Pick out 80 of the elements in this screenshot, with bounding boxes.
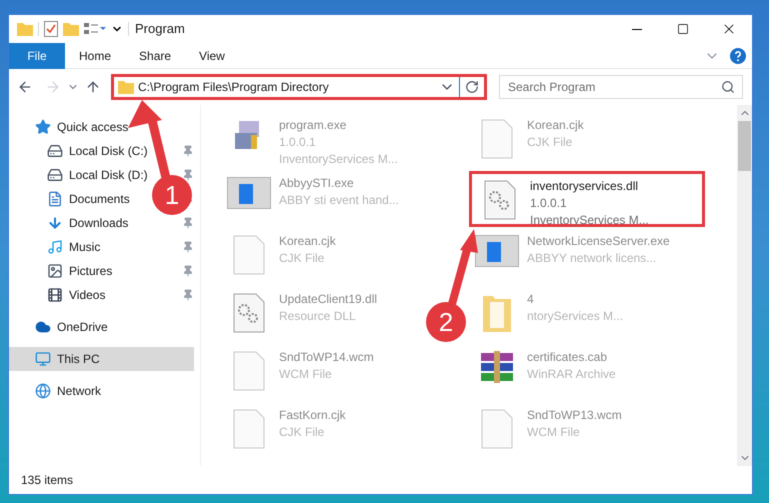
document-icon	[481, 409, 513, 449]
file-detail: WinRAR Archive	[527, 366, 616, 383]
document-icon	[481, 119, 513, 159]
address-path: C:\Program Files\Program Directory	[138, 79, 330, 96]
file-name: Korean.cjk	[279, 233, 336, 250]
folder-document-icon	[482, 293, 512, 333]
application-window-icon	[227, 177, 271, 209]
gear-document-icon	[484, 180, 516, 220]
file-name: FastKorn.cjk	[279, 407, 346, 424]
file-detail: 1.0.0.1	[279, 134, 317, 151]
picture-icon	[47, 263, 63, 279]
file-detail: WCM File	[279, 366, 333, 383]
nav-item[interactable]: Videos	[9, 283, 110, 307]
network-globe-icon	[35, 383, 51, 399]
file-detail: InventoryServices M...	[279, 151, 398, 168]
nav-item[interactable]: Local Disk (C:)	[9, 139, 152, 163]
gear-document-icon	[233, 293, 265, 333]
scroll-thumb[interactable]	[738, 121, 751, 171]
ribbon-tab[interactable]: Home	[65, 42, 126, 68]
refresh-icon[interactable]	[465, 80, 479, 94]
nav-item[interactable]: This PC	[9, 347, 194, 371]
file-detail: CJK File	[279, 250, 326, 267]
window-title: Program	[135, 20, 185, 38]
document-icon	[233, 351, 265, 391]
properties-icon	[84, 22, 106, 36]
drive-icon	[47, 143, 63, 159]
address-field[interactable]: C:\Program Files\Program Directory	[111, 74, 487, 100]
folder-icon	[17, 22, 33, 36]
folder-icon	[63, 22, 79, 36]
file-detail: ntoryServices M...	[527, 308, 624, 325]
file-name: program.exe	[279, 117, 348, 134]
file-name: Korean.cjk	[527, 117, 584, 134]
drive-icon	[47, 167, 63, 183]
file-name: SndToWP14.wcm	[279, 349, 374, 366]
file-name: inventoryservices.dll	[530, 178, 640, 195]
folder-icon	[118, 80, 134, 94]
cloud-icon	[35, 319, 51, 335]
file-name: certificates.cab	[527, 349, 608, 366]
archive-books-icon	[480, 351, 514, 385]
file-name: SndToWP13.wcm	[527, 407, 622, 424]
nav-item[interactable]: Documents	[9, 187, 134, 211]
music-note-icon	[47, 239, 63, 255]
minimize-icon	[632, 28, 642, 30]
file-detail: ABBYY network licens...	[527, 250, 658, 267]
file-detail: Resource DLL	[279, 308, 357, 325]
film-icon	[47, 287, 63, 303]
document-icon	[233, 235, 265, 275]
nav-item[interactable]: Network	[9, 379, 106, 403]
maximize-icon	[677, 23, 689, 35]
file-name: NetworkLicenseServer.exe	[527, 233, 670, 250]
ribbon-tab[interactable]: Share	[125, 42, 186, 68]
file-detail: 1.0.0.1	[530, 195, 568, 212]
search-icon	[721, 80, 735, 94]
search-field[interactable]: Search Program	[499, 75, 743, 99]
nav-item[interactable]: Quick access	[9, 115, 132, 139]
file-tile[interactable]: inventoryservices.dll 1.0.0.1 InventoryServices M...	[469, 171, 705, 227]
file-detail: CJK File	[527, 134, 574, 151]
application-window-icon	[475, 235, 519, 267]
file-name: AbbyySTI.exe	[279, 175, 355, 192]
document-icon	[233, 409, 265, 449]
checklist-icon	[44, 21, 58, 37]
nav-item[interactable]: Local Disk (D:)	[9, 163, 152, 187]
ribbon-tab[interactable]: File	[9, 42, 65, 68]
scrollbar[interactable]	[737, 105, 752, 466]
file-detail: InventoryServices M...	[530, 212, 649, 229]
ribbon-tab[interactable]: View	[185, 42, 239, 68]
file-detail: CJK File	[279, 424, 326, 441]
nav-item[interactable]: OneDrive	[9, 315, 112, 339]
file-name: 4	[527, 291, 535, 308]
help-icon[interactable]	[730, 48, 746, 64]
file-name: UpdateClient19.dll	[279, 291, 378, 308]
monitor-icon	[35, 351, 51, 367]
document-icon	[47, 191, 63, 207]
file-detail: WCM File	[527, 424, 581, 441]
status-text: 135 items	[21, 472, 74, 489]
nav-item[interactable]: Pictures	[9, 259, 116, 283]
file-detail: ABBY sti event hand...	[279, 192, 399, 209]
nav-item[interactable]: Downloads	[9, 211, 132, 235]
star-icon	[35, 119, 51, 135]
nav-item[interactable]: Music	[9, 235, 104, 259]
